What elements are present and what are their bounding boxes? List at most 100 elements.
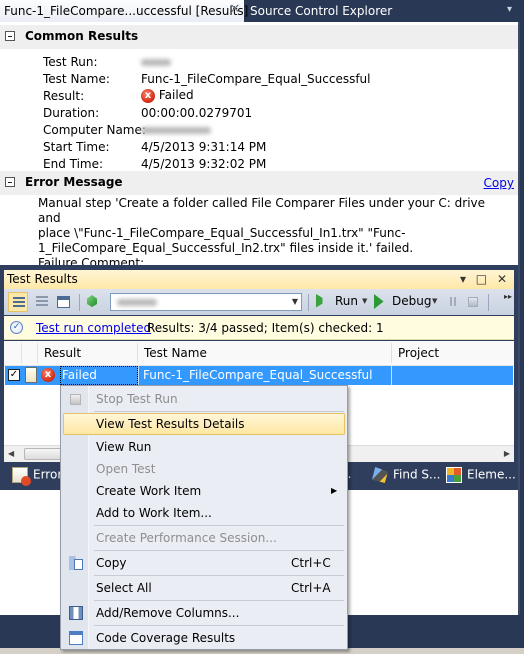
test-results-toolbar: ▼ Run ▼ Debug ▼ ▸▸ [4, 289, 514, 315]
test-run-completed-link[interactable]: Test run completed [36, 321, 151, 335]
table-row[interactable]: ✓ x Failed Func-1_FileCompare_Equal_Succ… [5, 366, 513, 385]
debug-icon [374, 294, 384, 309]
field-label: Duration: [43, 106, 100, 120]
tab-dropdown-icon[interactable]: ▾ [507, 5, 517, 15]
window-controls[interactable]: ▾ □ ✕ [460, 272, 510, 286]
field-label: Computer Name: [43, 123, 146, 137]
test-name-value: Func-1_FileCompare_Equal_Successful [141, 72, 371, 86]
details-view-button[interactable] [54, 292, 74, 312]
tool-window-title-bar[interactable]: Test Results ▾ □ ✕ [4, 270, 514, 289]
menu-item-add-remove-columns[interactable]: Add/Remove Columns... [63, 602, 345, 624]
debug-button[interactable]: Debug [392, 294, 431, 308]
column-header-test-name[interactable]: Test Name [144, 346, 207, 360]
column-divider[interactable] [391, 343, 392, 363]
column-divider[interactable] [137, 343, 138, 363]
failed-icon: x [141, 88, 155, 103]
chevron-down-icon: ▼ [291, 297, 298, 306]
field-label: Test Run: [43, 55, 98, 69]
flat-view-button[interactable] [8, 292, 28, 312]
context-menu: Stop Test Run View Test Results Details … [60, 385, 348, 650]
test-run-value [141, 55, 171, 69]
tab-label: Eleme... [467, 467, 516, 482]
group-view-button[interactable] [32, 292, 52, 312]
error-message-header: Error Message Copy [0, 171, 518, 195]
run-status-bar: ✓ Test run completed Results: 3/4 passed… [4, 316, 514, 340]
elements-icon [446, 467, 462, 483]
submenu-arrow-icon: ▶ [331, 486, 338, 495]
redacted-value [141, 59, 171, 66]
failed-icon: x [41, 368, 55, 382]
toolbar-overflow-icon[interactable]: ▸▸ [504, 292, 512, 301]
publish-icon [87, 295, 97, 307]
collapse-icon[interactable] [5, 177, 15, 187]
toolbar-separator [308, 294, 309, 311]
toolbar-separator [79, 294, 80, 311]
tab-find-symbol[interactable]: Find S... [372, 467, 440, 483]
computer-name-value [141, 123, 211, 137]
column-header-project[interactable]: Project [398, 346, 439, 360]
run-dropdown-icon[interactable]: ▼ [362, 297, 367, 305]
menu-item-label: Open Test [96, 462, 156, 476]
collapse-icon[interactable] [5, 31, 15, 41]
menu-item-create-work-item[interactable]: Create Work Item ▶ [63, 480, 345, 502]
redacted-value [141, 127, 211, 134]
tab-elements[interactable]: Eleme... [446, 467, 516, 483]
stop-icon [70, 394, 81, 405]
close-tab-icon[interactable]: ✕ [229, 3, 241, 16]
menu-item-view-test-results-details[interactable]: View Test Results Details [63, 413, 345, 435]
common-results-header: Common Results [0, 25, 518, 49]
tab-label: Func-1_FileCompare...uccessful [Results] [4, 4, 249, 18]
test-type-icon [25, 367, 37, 383]
field-label: Test Name: [43, 72, 110, 86]
start-time-value: 4/5/2013 9:31:14 PM [141, 140, 267, 154]
debug-dropdown-icon[interactable]: ▼ [432, 297, 437, 305]
document-tab-strip: Func-1_FileCompare...uccessful [Results]… [0, 0, 524, 22]
cell-divider [391, 366, 392, 385]
run-button[interactable]: Run [335, 294, 358, 308]
publish-button[interactable] [84, 292, 104, 312]
menu-item-create-performance-session[interactable]: Create Performance Session... [63, 527, 345, 549]
grid-header: Result Test Name Project [4, 341, 514, 366]
menu-item-label: View Test Results Details [96, 417, 245, 431]
row-checkbox[interactable]: ✓ [8, 369, 20, 381]
menu-item-select-all[interactable]: Select All Ctrl+A [63, 577, 345, 599]
columns-icon [69, 606, 83, 620]
scroll-right-icon[interactable]: ▶ [504, 449, 510, 458]
row-result: Failed [62, 368, 97, 382]
menu-item-shortcut: Ctrl+C [291, 556, 331, 570]
pause-icon[interactable] [450, 297, 456, 306]
test-run-selector[interactable]: ▼ [110, 293, 302, 311]
stop-icon[interactable] [468, 297, 478, 307]
copy-icon [69, 556, 83, 570]
row-test-name: Func-1_FileCompare_Equal_Successful [143, 368, 373, 382]
end-time-value: 4/5/2013 9:32:02 PM [141, 157, 267, 171]
menu-item-stop-test-run[interactable]: Stop Test Run [63, 388, 345, 410]
menu-item-add-to-work-item[interactable]: Add to Work Item... [63, 502, 345, 524]
error-line: 1_FileCompare_Equal_Successful_In2.trx" … [38, 241, 414, 255]
duration-value: 00:00:00.0279701 [141, 106, 253, 120]
field-label: End Time: [43, 157, 104, 171]
column-header-result[interactable]: Result [44, 346, 81, 360]
scroll-left-icon[interactable]: ◀ [8, 449, 14, 458]
redacted-value [117, 299, 157, 306]
tree-icon [36, 296, 48, 307]
tab-test-results-document[interactable]: Func-1_FileCompare...uccessful [Results] [0, 0, 248, 22]
menu-item-code-coverage-results[interactable]: Code Coverage Results [63, 627, 345, 649]
menu-item-shortcut: Ctrl+A [291, 581, 331, 595]
column-divider [37, 343, 38, 363]
error-line: place \"Func-1_FileCompare_Equal_Success… [38, 226, 406, 240]
menu-item-copy[interactable]: Copy Ctrl+C [63, 552, 345, 574]
copy-link[interactable]: Copy [484, 176, 514, 190]
field-label: Result: [43, 89, 85, 103]
menu-item-open-test[interactable]: Open Test [63, 458, 345, 480]
menu-item-label: Code Coverage Results [96, 631, 236, 645]
tab-source-control-explorer[interactable]: Source Control Explorer [248, 0, 392, 22]
error-line: Manual step 'Create a folder called File… [38, 196, 486, 225]
menu-separator [94, 600, 344, 601]
menu-item-label: Add/Remove Columns... [96, 606, 240, 620]
menu-item-label: View Run [96, 440, 152, 454]
window-icon [57, 296, 70, 308]
menu-separator [94, 411, 344, 412]
field-label: Start Time: [43, 140, 110, 154]
menu-item-view-run[interactable]: View Run [63, 436, 345, 458]
